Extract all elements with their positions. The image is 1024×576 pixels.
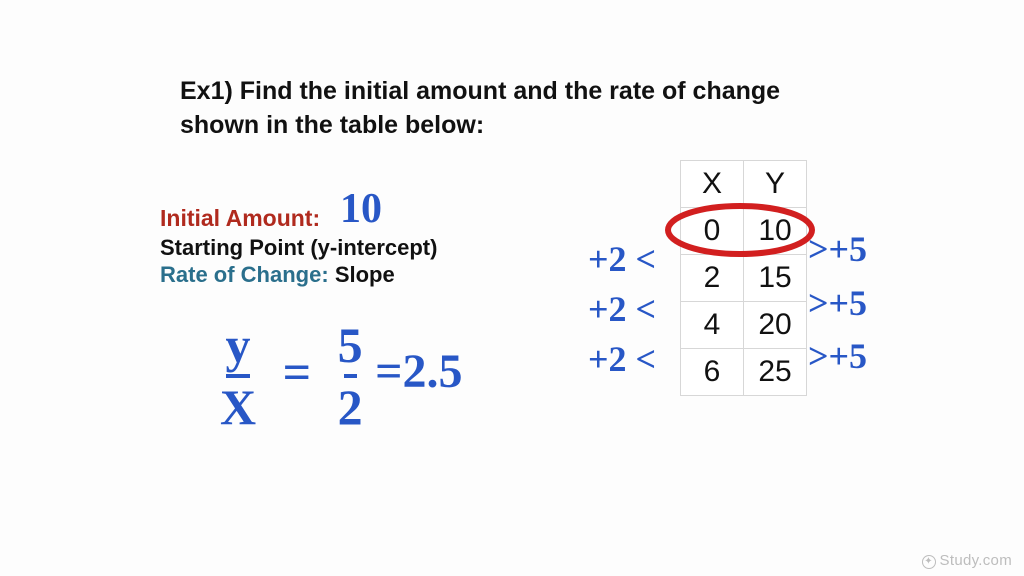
starting-point-label: Starting Point (y-intercept): [160, 235, 437, 261]
x-increment-3: +2 <: [588, 338, 656, 380]
fraction-yx: y X: [220, 320, 256, 432]
rate-of-change-value: Slope: [335, 262, 395, 287]
y-increment-2: >+5: [808, 282, 867, 324]
fraction-numerator-y: y: [226, 317, 251, 373]
table-row: 6 25: [681, 349, 807, 396]
fraction-bar-1: [226, 374, 250, 378]
watermark: ✦ Study.com: [922, 552, 1012, 570]
initial-amount-line: Initial Amount:: [160, 205, 320, 232]
clock-icon: ✦: [922, 555, 936, 569]
fraction-numerator-5: 5: [338, 317, 363, 373]
watermark-text: Study.com: [940, 552, 1012, 569]
slope-decimal: =2.5: [375, 348, 462, 396]
fraction-denominator-x: X: [220, 379, 256, 435]
table-row: 4 20: [681, 302, 807, 349]
cell-x: 6: [681, 349, 744, 396]
cell-x: 4: [681, 302, 744, 349]
cell-y: 25: [744, 349, 807, 396]
problem-prompt: Ex1) Find the initial amount and the rat…: [180, 75, 820, 143]
initial-amount-label: Initial Amount:: [160, 205, 320, 231]
x-increment-2: +2 <: [588, 288, 656, 330]
fraction-5-2: 5 2: [338, 320, 363, 432]
fraction-denominator-2: 2: [338, 379, 363, 435]
y-increment-1: >+5: [808, 228, 867, 270]
initial-amount-value-handwritten: 10: [340, 185, 382, 233]
cell-y: 20: [744, 302, 807, 349]
rate-of-change-line: Rate of Change: Slope: [160, 262, 395, 288]
slope-equation: y X = 5 2 =2.5: [220, 320, 462, 432]
slide: Ex1) Find the initial amount and the rat…: [0, 0, 1024, 576]
y-increment-3: >+5: [808, 335, 867, 377]
circle-annotation-icon: [660, 195, 830, 265]
rate-of-change-label: Rate of Change:: [160, 262, 329, 287]
x-increment-1: +2 <: [588, 238, 656, 280]
equals-1: =: [269, 347, 326, 397]
fraction-bar-2: [344, 374, 357, 378]
